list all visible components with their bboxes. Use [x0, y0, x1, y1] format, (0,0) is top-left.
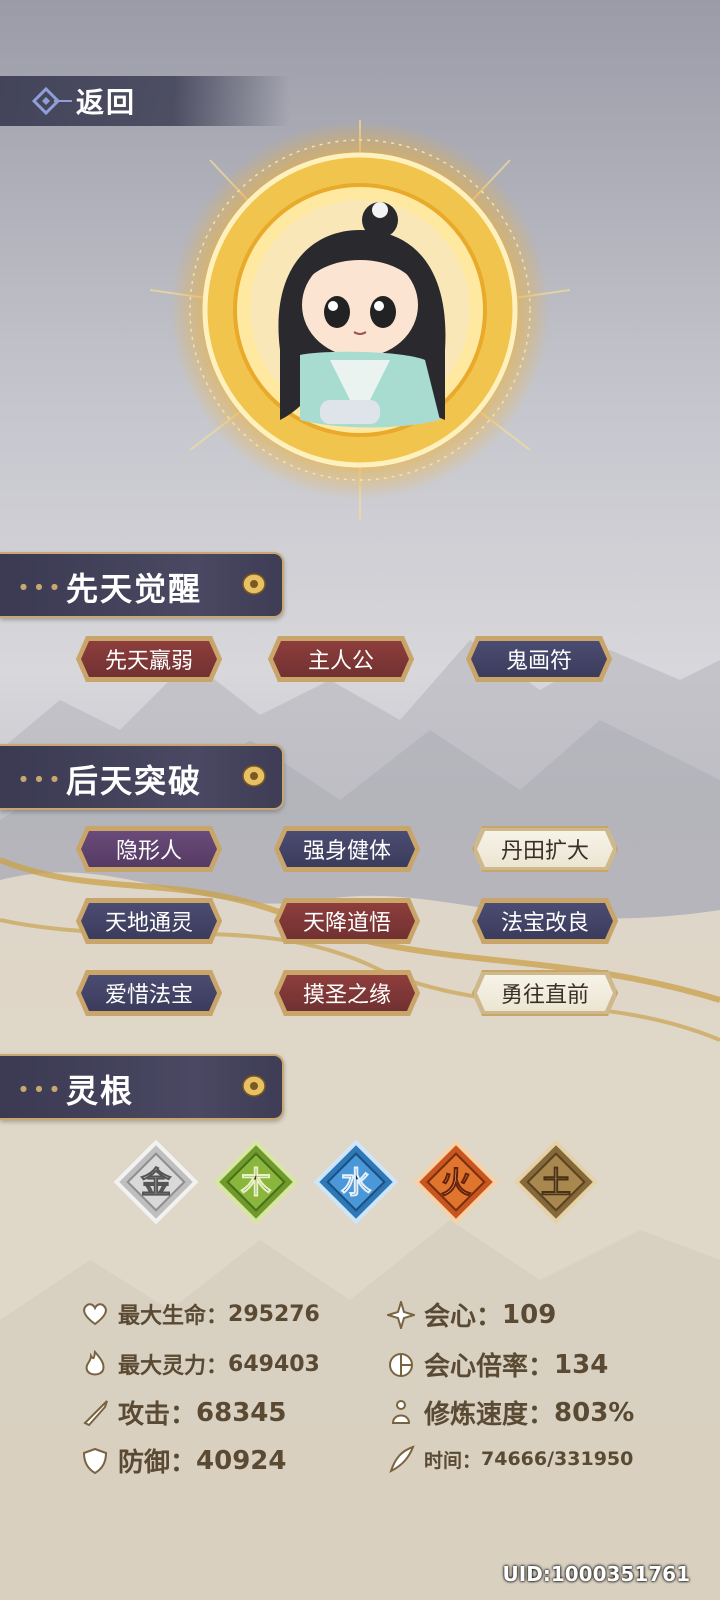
svg-text:火: 火 — [441, 1166, 471, 1201]
decor-dots: ● ● ● — [20, 582, 62, 591]
burst-icon — [386, 1300, 416, 1330]
acquired-tag-3[interactable]: 丹田扩大 — [472, 826, 618, 872]
diamond-arrow-icon — [20, 76, 76, 126]
innate-tag-1[interactable]: 先天羸弱 — [76, 636, 222, 682]
gold-orb-icon — [242, 1075, 266, 1097]
section-acquired-title: 后天突破 — [66, 762, 203, 800]
svg-text:土: 土 — [541, 1166, 571, 1201]
acquired-tag-2[interactable]: 强身健体 — [274, 826, 420, 872]
element-metal-icon[interactable]: 金 — [110, 1136, 202, 1228]
stat-time: 时间： 74666/331950 — [386, 1444, 633, 1474]
innate-tag-2[interactable]: 主人公 — [268, 636, 414, 682]
meditation-icon — [386, 1398, 416, 1428]
acquired-tag-9[interactable]: 勇往直前 — [472, 970, 618, 1016]
decor-dots: ● ● ● — [20, 1084, 62, 1093]
decor-dots: ● ● ● — [20, 774, 62, 783]
target-icon — [386, 1350, 416, 1380]
stat-cult-speed: 修炼速度： 803% — [386, 1394, 634, 1431]
acquired-tag-1[interactable]: 隐形人 — [76, 826, 222, 872]
acquired-tag-4[interactable]: 天地通灵 — [76, 898, 222, 944]
svg-text:木: 木 — [240, 1166, 271, 1201]
element-wood-icon[interactable]: 木 — [210, 1136, 302, 1228]
stat-mp: 最大灵力： 649403 — [80, 1348, 320, 1380]
stat-def: 防御： 40924 — [80, 1442, 286, 1479]
feather-icon — [386, 1444, 416, 1474]
section-innate-header: ● ● ● 先天觉醒 — [0, 552, 284, 618]
stat-hp: 最大生命： 295276 — [80, 1298, 320, 1330]
stat-crit-rate: 会心倍率： 134 — [386, 1346, 608, 1383]
stat-crit: 会心： 109 — [386, 1296, 556, 1333]
acquired-tag-5[interactable]: 天降道悟 — [274, 898, 420, 944]
uid-label: UID:1000351761 — [502, 1562, 690, 1586]
acquired-tag-7[interactable]: 爱惜法宝 — [76, 970, 222, 1016]
acquired-tag-8[interactable]: 摸圣之缘 — [274, 970, 420, 1016]
back-label: 返回 — [76, 86, 137, 119]
innate-tag-3[interactable]: 鬼画符 — [466, 636, 612, 682]
gold-orb-icon — [242, 765, 266, 787]
heart-icon — [80, 1299, 110, 1329]
stat-atk: 攻击： 68345 — [80, 1394, 286, 1431]
element-earth-icon[interactable]: 土 — [510, 1136, 602, 1228]
element-fire-icon[interactable]: 火 — [410, 1136, 502, 1228]
sword-icon — [80, 1398, 110, 1428]
character-portrait — [150, 120, 570, 520]
element-water-icon[interactable]: 水 — [310, 1136, 402, 1228]
section-roots-title: 灵根 — [66, 1072, 135, 1110]
gold-orb-icon — [242, 573, 266, 595]
section-acquired-header: ● ● ● 后天突破 — [0, 744, 284, 810]
section-roots-header: ● ● ● 灵根 — [0, 1054, 284, 1120]
flame-icon — [80, 1349, 110, 1379]
back-button[interactable]: 返回 — [0, 76, 290, 126]
shield-icon — [80, 1446, 110, 1476]
svg-text:金: 金 — [140, 1166, 172, 1201]
acquired-tag-6[interactable]: 法宝改良 — [472, 898, 618, 944]
section-innate-title: 先天觉醒 — [66, 570, 203, 608]
svg-text:水: 水 — [341, 1166, 372, 1201]
